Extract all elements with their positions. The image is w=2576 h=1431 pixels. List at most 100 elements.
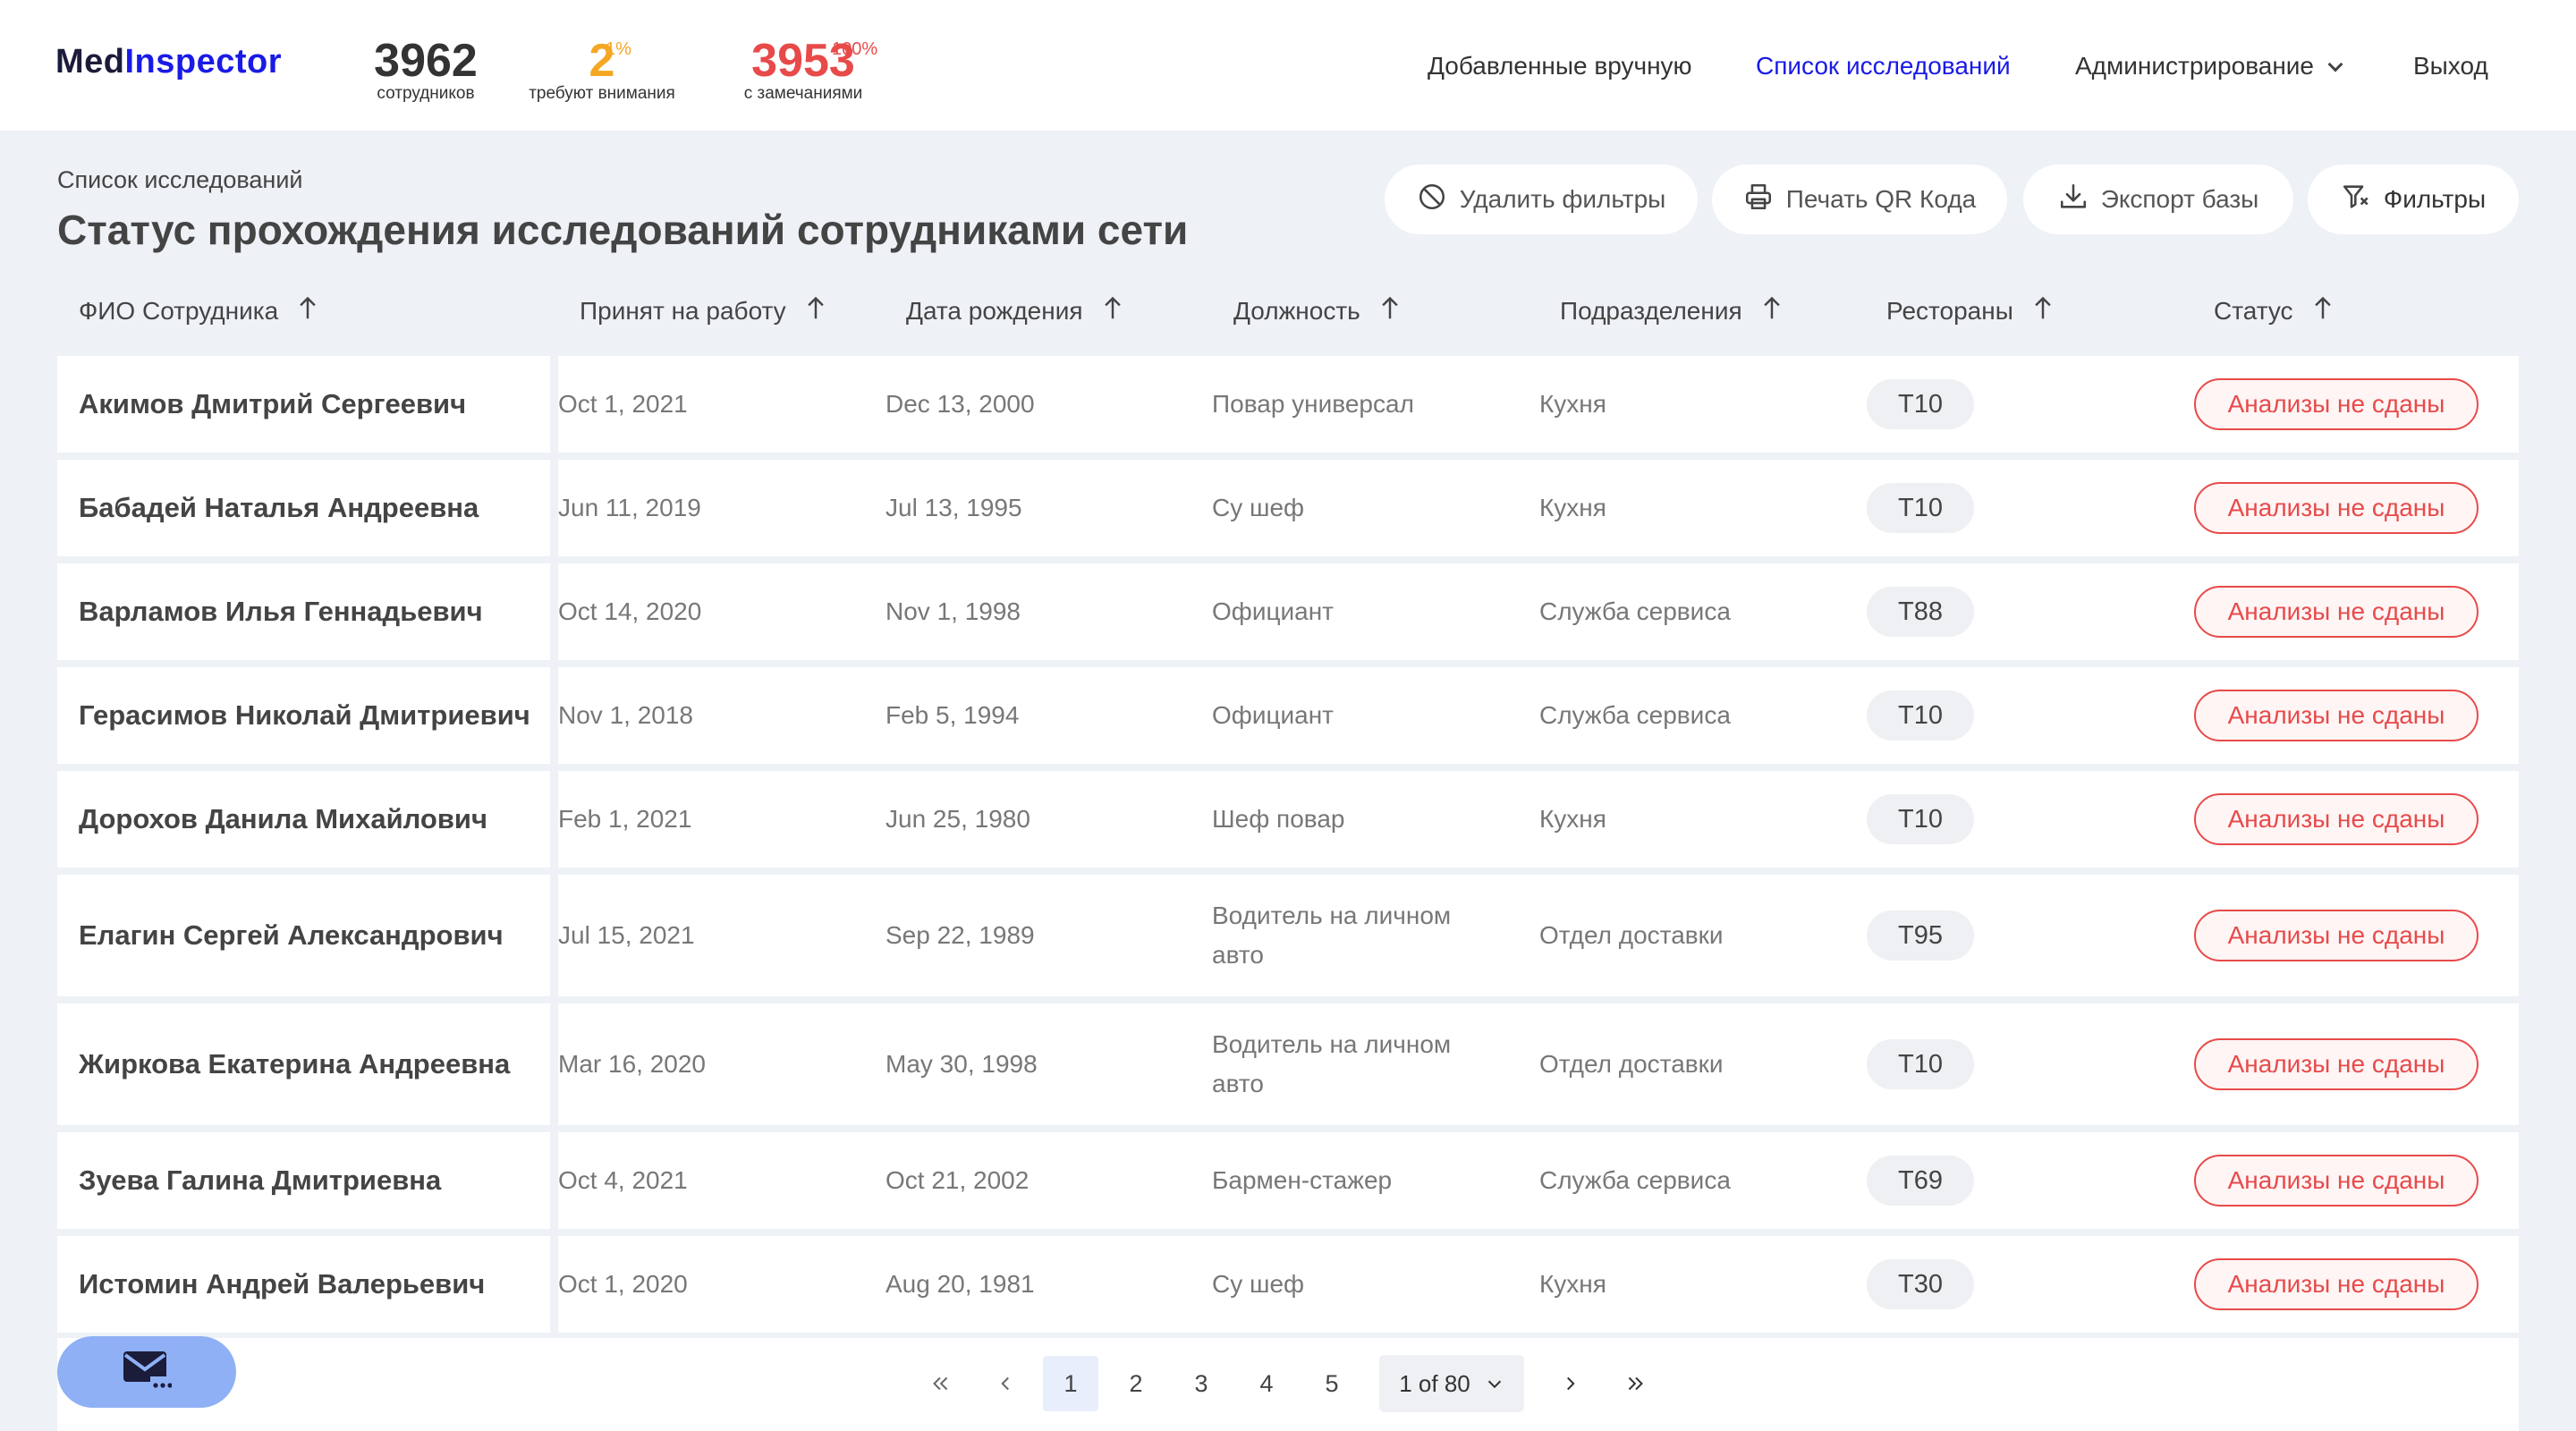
table-row[interactable]: Зуева Галина Дмитриевна Oct 4, 2021 Oct … (57, 1132, 2519, 1229)
row-details: Jun 11, 2019 Jul 13, 1995 Су шеф Кухня T… (558, 460, 2519, 556)
restaurant-cell: T10 (1867, 667, 1974, 764)
row-details: Feb 1, 2021 Jun 25, 1980 Шеф повар Кухня… (558, 771, 2519, 868)
employee-name[interactable]: Истомин Андрей Валерьевич (57, 1236, 550, 1333)
table-row[interactable]: Елагин Сергей Александрович Jul 15, 2021… (57, 875, 2519, 996)
printer-icon (1743, 182, 1774, 218)
col-header-status[interactable]: Статус (2214, 296, 2333, 326)
position: Бармен-стажер (1212, 1166, 1393, 1194)
restaurant-cell: T69 (1867, 1132, 1974, 1229)
restaurant-cell: T30 (1867, 1236, 1974, 1333)
stat-remarks-percent: 100% (832, 39, 878, 59)
restaurant-cell: T10 (1867, 771, 1974, 868)
status-badge: Анализы не сданы (2194, 910, 2479, 961)
table-row[interactable]: Истомин Андрей Валерьевич Oct 1, 2020 Au… (57, 1236, 2519, 1333)
table-row[interactable]: Акимов Дмитрий Сергеевич Oct 1, 2021 Dec… (57, 356, 2519, 453)
nav-logout[interactable]: Выход (2413, 52, 2488, 80)
clear-filters-button[interactable]: Удалить фильтры (1385, 165, 1698, 234)
birth-date: May 30, 1998 (886, 1050, 1038, 1078)
export-db-label: Экспорт базы (2100, 185, 2259, 213)
app-logo[interactable]: MedInspector (55, 43, 282, 81)
restaurant-cell: T88 (1867, 563, 1974, 660)
status-badge: Анализы не сданы (2194, 1155, 2479, 1207)
sort-arrow-icon (1763, 296, 1780, 319)
department: Кухня (1539, 390, 1606, 418)
hired-date: Feb 1, 2021 (558, 805, 692, 833)
row-details: Oct 14, 2020 Nov 1, 1998 Официант Служба… (558, 563, 2519, 660)
prev-page-button[interactable] (978, 1356, 1033, 1411)
employee-name[interactable]: Дорохов Данила Михайлович (57, 771, 550, 868)
department: Кухня (1539, 805, 1606, 833)
col-header-dept[interactable]: Подразделения (1560, 296, 1782, 326)
table-row[interactable]: Герасимов Николай Дмитриевич Nov 1, 2018… (57, 667, 2519, 764)
department: Служба сервиса (1539, 597, 1731, 625)
position: Официант (1212, 597, 1334, 625)
status-cell: Анализы не сданы (2194, 1132, 2479, 1229)
first-page-button[interactable] (912, 1356, 968, 1411)
employee-name[interactable]: Елагин Сергей Александрович (57, 875, 550, 996)
breadcrumb[interactable]: Список исследований (57, 166, 303, 194)
department: Кухня (1539, 494, 1606, 521)
logo-accent: Inspector (124, 43, 283, 80)
status-badge: Анализы не сданы (2194, 586, 2479, 638)
stat-employees-caption: сотрудников (377, 84, 475, 103)
filters-button[interactable]: Фильтры (2308, 165, 2519, 234)
table-row[interactable]: Варламов Илья Геннадьевич Oct 14, 2020 N… (57, 563, 2519, 660)
row-details: Jul 15, 2021 Sep 22, 1989 Водитель на ли… (558, 875, 2519, 996)
status-cell: Анализы не сданы (2194, 771, 2479, 868)
status-badge: Анализы не сданы (2194, 1038, 2479, 1090)
employee-name[interactable]: Жиркова Екатерина Андреевна (57, 1003, 550, 1125)
stat-remarks-caption: с замечаниями (743, 84, 863, 103)
page-4-button[interactable]: 4 (1239, 1356, 1294, 1411)
chevron-left-icon (1001, 1376, 1009, 1391)
table-row[interactable]: Дорохов Данила Михайлович Feb 1, 2021 Ju… (57, 771, 2519, 868)
nav-studies[interactable]: Список исследований (1756, 52, 2011, 80)
print-qr-button[interactable]: Печать QR Кода (1712, 165, 2007, 234)
page-title: Статус прохождения исследований сотрудни… (57, 207, 1189, 253)
page-select[interactable]: 1 of 80 (1379, 1355, 1524, 1412)
page-2-button[interactable]: 2 (1108, 1356, 1164, 1411)
status-cell: Анализы не сданы (2194, 875, 2479, 996)
next-page-button[interactable] (1543, 1356, 1598, 1411)
table-row[interactable]: Бабадей Наталья Андреевна Jun 11, 2019 J… (57, 460, 2519, 556)
print-qr-label: Печать QR Кода (1785, 185, 1977, 213)
position: Су шеф (1212, 1270, 1305, 1298)
last-page-button[interactable] (1608, 1356, 1664, 1411)
filter-icon (2341, 182, 2371, 218)
col-header-name[interactable]: ФИО Сотрудника (79, 296, 318, 326)
col-header-birth[interactable]: Дата рождения (906, 296, 1123, 326)
status-badge: Анализы не сданы (2194, 482, 2479, 534)
nav-manual[interactable]: Добавленные вручную (1428, 52, 1692, 80)
row-details: Mar 16, 2020 May 30, 1998 Водитель на ли… (558, 1003, 2519, 1125)
stat-attention: 2 1% требуют внимания (519, 36, 685, 104)
stat-attention-percent: 1% (606, 39, 631, 59)
col-header-hired[interactable]: Принят на работу (580, 296, 826, 326)
employee-name[interactable]: Акимов Дмитрий Сергеевич (57, 356, 550, 453)
employee-name[interactable]: Герасимов Николай Дмитриевич (57, 667, 550, 764)
col-header-restaurants[interactable]: Рестораны (1886, 296, 2053, 326)
restaurant-badge: T69 (1867, 1156, 1974, 1206)
double-chevron-right-icon (1628, 1376, 1643, 1391)
col-header-label: Дата рождения (906, 297, 1083, 325)
nav-admin[interactable]: Администрирование (2075, 52, 2343, 80)
chat-button[interactable] (57, 1336, 236, 1408)
chevron-down-icon (2327, 56, 2343, 72)
restaurant-badge: T10 (1867, 690, 1974, 741)
employee-name[interactable]: Зуева Галина Дмитриевна (57, 1132, 550, 1229)
employee-name[interactable]: Бабадей Наталья Андреевна (57, 460, 550, 556)
hired-date: Oct 14, 2020 (558, 597, 702, 625)
page-5-button[interactable]: 5 (1304, 1356, 1360, 1411)
hired-date: Mar 16, 2020 (558, 1050, 706, 1078)
col-header-label: Подразделения (1560, 297, 1742, 325)
employee-name[interactable]: Варламов Илья Геннадьевич (57, 563, 550, 660)
sort-arrow-icon (1382, 296, 1398, 319)
sort-arrow-icon (807, 296, 824, 319)
col-header-label: ФИО Сотрудника (79, 297, 279, 325)
status-cell: Анализы не сданы (2194, 1236, 2479, 1333)
page-1-button[interactable]: 1 (1043, 1356, 1098, 1411)
export-db-button[interactable]: Экспорт базы (2023, 165, 2293, 234)
col-header-position[interactable]: Должность (1233, 296, 1400, 326)
page-3-button[interactable]: 3 (1174, 1356, 1229, 1411)
restaurant-badge: T10 (1867, 794, 1974, 844)
restaurant-badge: T30 (1867, 1259, 1974, 1309)
table-row[interactable]: Жиркова Екатерина Андреевна Mar 16, 2020… (57, 1003, 2519, 1125)
